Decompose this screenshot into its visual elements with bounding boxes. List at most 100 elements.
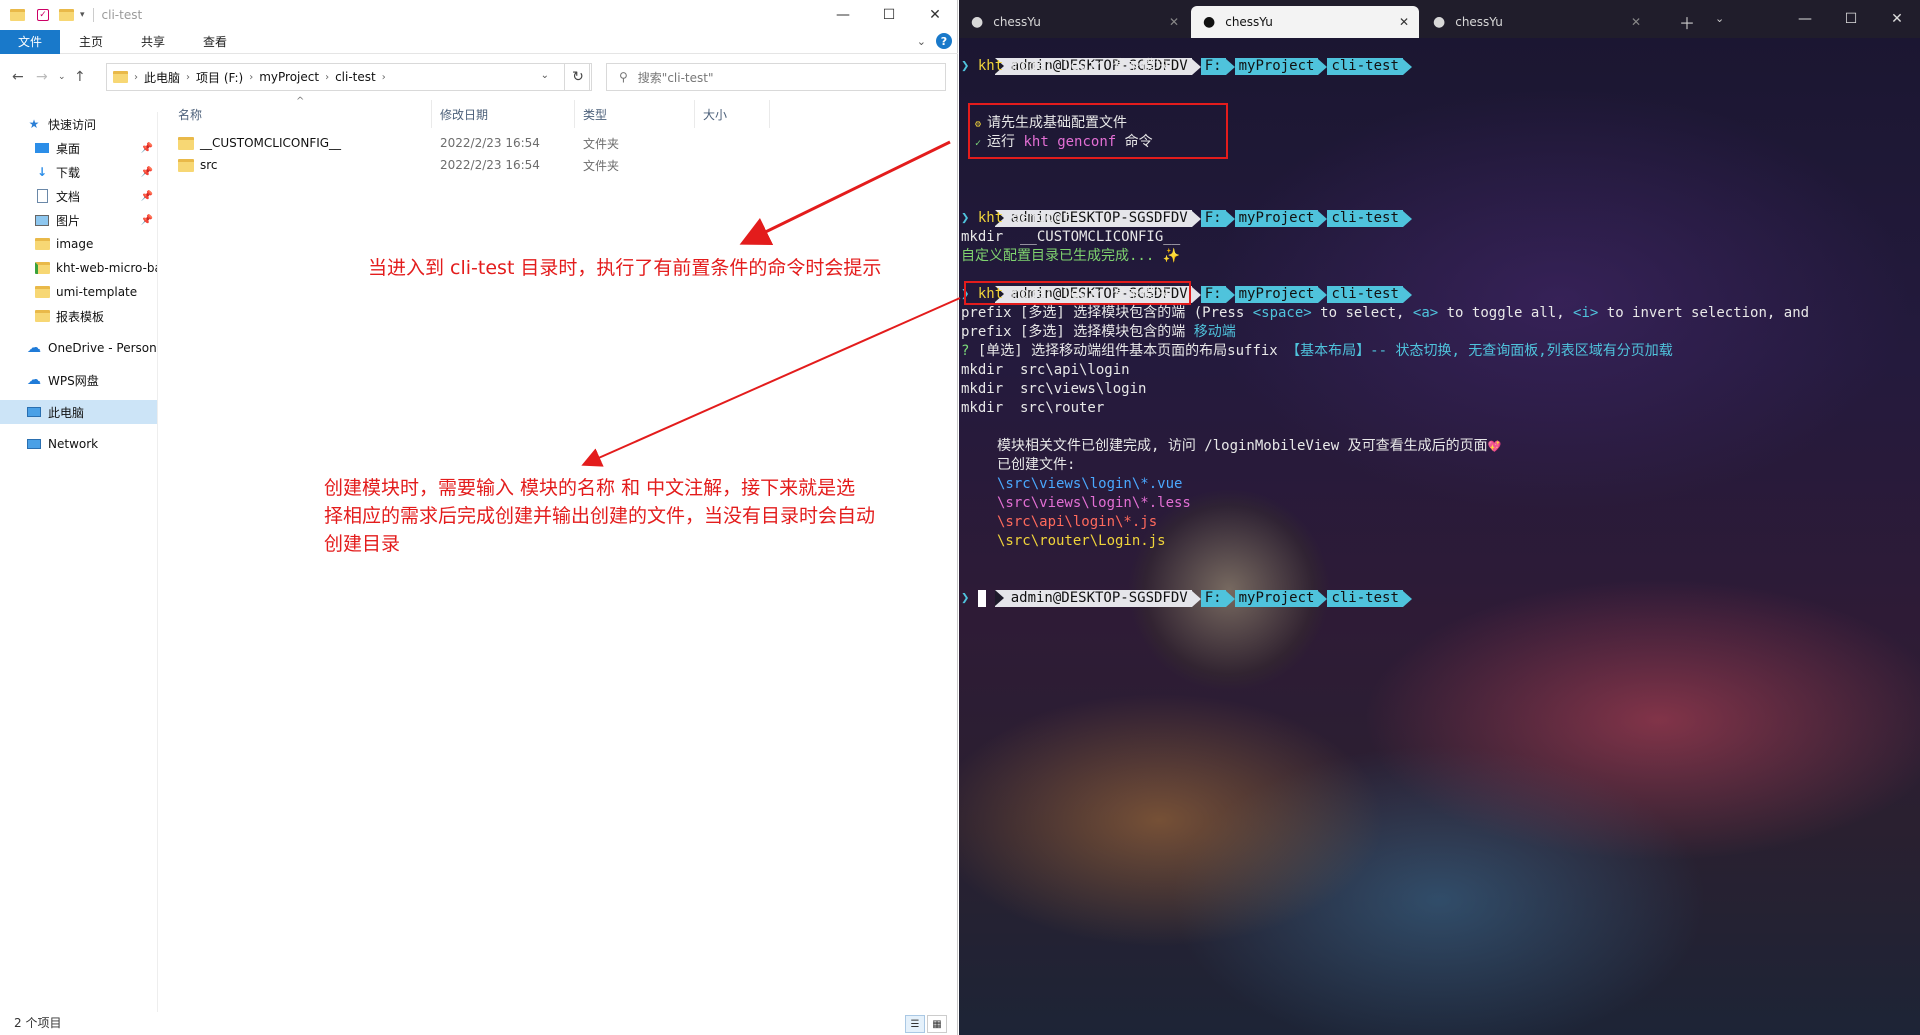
chevron-down-icon[interactable]: ⌄ xyxy=(541,70,549,81)
nav-quick-access[interactable]: ★ 快速访问 xyxy=(0,112,157,136)
column-date[interactable]: 修改日期 xyxy=(432,100,575,128)
help-icon[interactable]: ? xyxy=(936,33,952,49)
question-text: prefix [多选] 选择模块包含的端 xyxy=(961,324,1194,340)
close-tab-icon[interactable]: ✕ xyxy=(1399,15,1409,29)
input-line[interactable]: ❯ xyxy=(961,589,986,608)
powerline-arrow xyxy=(1318,210,1328,227)
properties-icon[interactable]: ✓ xyxy=(37,9,49,21)
terminal-tab[interactable]: ● chessYu ✕ xyxy=(1421,6,1651,38)
file-name: __CUSTOMCLICONFIG__ xyxy=(200,136,342,150)
nav-item-report-template[interactable]: 报表模板 xyxy=(0,304,157,328)
file-row[interactable]: __CUSTOMCLICONFIG__ 2022/2/23 16:54 文件夹 xyxy=(170,132,770,154)
address-field[interactable]: › 此电脑 › 项目 (F:) › myProject › cli-test ›… xyxy=(106,63,590,91)
nav-item-desktop[interactable]: 桌面 📌 xyxy=(0,136,157,160)
folder-icon[interactable] xyxy=(10,9,25,21)
highlight-box xyxy=(964,281,1191,305)
powerline-arrow xyxy=(1402,286,1412,303)
nav-label: 图片 xyxy=(56,213,81,228)
minimize-button[interactable]: — xyxy=(820,0,866,30)
column-size[interactable]: 大小 xyxy=(695,100,770,128)
chevron-right-icon[interactable]: › xyxy=(186,72,190,83)
nav-item-documents[interactable]: 文档 📌 xyxy=(0,184,157,208)
nav-item-kht-web-micro[interactable]: kht-web-micro-ba xyxy=(0,256,157,280)
close-button[interactable]: ✕ xyxy=(912,0,958,30)
nav-item-image[interactable]: image xyxy=(0,232,157,256)
details-view-icon[interactable]: ☰ xyxy=(905,1015,925,1033)
file-name: src xyxy=(200,158,218,172)
prompt-dir2: cli-test xyxy=(1327,58,1403,75)
prompt-dir1: myProject xyxy=(1234,58,1319,75)
terminal-window-controls: — ☐ ✕ xyxy=(1782,0,1920,38)
chevron-right-icon[interactable]: › xyxy=(325,72,329,83)
expand-ribbon-icon[interactable]: ⌄ xyxy=(917,35,926,48)
close-tab-icon[interactable]: ✕ xyxy=(1169,15,1179,29)
annotation-create-module-3: 创建目录 xyxy=(324,533,401,555)
question-text: to toggle all, xyxy=(1438,305,1574,321)
nav-item-umi-template[interactable]: umi-template xyxy=(0,280,157,304)
nav-wps[interactable]: ☁ WPS网盘 xyxy=(0,368,157,392)
breadcrumb-this-pc[interactable]: 此电脑 xyxy=(144,69,180,86)
up-icon[interactable]: ↑ xyxy=(74,69,86,85)
address-bar-row: ← → ⌄ ↑ › 此电脑 › 项目 (F:) › myProject › cl… xyxy=(0,60,958,94)
search-input[interactable]: ⚲ 搜索"cli-test" xyxy=(606,63,946,91)
nav-item-downloads[interactable]: ↓ 下载 📌 xyxy=(0,160,157,184)
nav-onedrive[interactable]: ☁ OneDrive - Persona xyxy=(0,336,157,360)
computer-icon xyxy=(26,405,42,419)
large-icons-view-icon[interactable]: ▦ xyxy=(927,1015,947,1033)
prompt-answer-line: prefix [多选] 选择模块包含的端 移动端 xyxy=(961,323,1236,342)
chevron-down-icon[interactable]: ⌄ xyxy=(1715,12,1724,25)
breadcrumb-myproject[interactable]: myProject xyxy=(259,70,319,84)
ribbon-tabs: 文件 主页 共享 查看 ⌄ ? xyxy=(0,29,958,54)
chevron-right-icon[interactable]: › xyxy=(134,72,138,83)
tab-home[interactable]: 主页 xyxy=(60,30,122,54)
nav-label: 快速访问 xyxy=(48,117,97,132)
nav-item-pictures[interactable]: 图片 📌 xyxy=(0,208,157,232)
breadcrumb-cli-test[interactable]: cli-test xyxy=(335,70,376,84)
view-toggle: ☰ ▦ xyxy=(905,1015,947,1033)
output-line: mkdir src\api\login xyxy=(961,362,1130,378)
close-button[interactable]: ✕ xyxy=(1874,0,1920,38)
folder-icon xyxy=(113,71,128,83)
maximize-button[interactable]: ☐ xyxy=(1828,0,1874,38)
back-icon[interactable]: ← xyxy=(12,69,24,85)
new-tab-icon[interactable]: ＋ xyxy=(1679,10,1695,34)
question-text: to select, xyxy=(1311,305,1413,321)
prompt-line: admin@DESKTOP-SGSDFDV F: myProject cli-t… xyxy=(961,38,1412,75)
prompt-drive: F: xyxy=(1200,210,1226,227)
customize-quick-access-icon[interactable]: ▾ xyxy=(80,10,85,20)
chevron-right-icon[interactable]: › xyxy=(249,72,253,83)
column-type[interactable]: 类型 xyxy=(575,100,695,128)
tab-view[interactable]: 查看 xyxy=(184,30,246,54)
command-keyword: kht xyxy=(977,210,1004,226)
tab-share[interactable]: 共享 xyxy=(122,30,184,54)
folder-icon xyxy=(34,309,50,323)
terminal-tab-active[interactable]: ● chessYu ✕ xyxy=(1191,6,1419,38)
maximize-button[interactable]: ☐ xyxy=(866,0,912,30)
refresh-button[interactable]: ↻ xyxy=(564,63,592,91)
tab-file[interactable]: 文件 xyxy=(0,29,61,54)
desktop-icon xyxy=(34,141,50,155)
breadcrumb-drive[interactable]: 项目 (F:) xyxy=(196,69,243,86)
chevron-right-icon[interactable]: › xyxy=(382,72,386,83)
nav-network[interactable]: Network xyxy=(0,432,157,456)
output-line: mkdir src\views\login xyxy=(961,381,1147,397)
output-line: mkdir src\router xyxy=(961,400,1105,416)
prompt-dir1: myProject xyxy=(1234,590,1319,607)
file-type: 文件夹 xyxy=(583,158,620,173)
search-icon: ⚲ xyxy=(619,70,628,84)
powerline-arrow xyxy=(1191,286,1201,303)
terminal-tab[interactable]: ● chessYu ✕ xyxy=(959,6,1189,38)
nav-label: 文档 xyxy=(56,189,81,204)
new-folder-icon[interactable] xyxy=(59,9,74,21)
close-tab-icon[interactable]: ✕ xyxy=(1631,15,1641,29)
recent-locations-icon[interactable]: ⌄ xyxy=(58,72,66,82)
forward-icon[interactable]: → xyxy=(36,69,48,85)
cloud-icon: ☁ xyxy=(27,372,41,388)
column-header-row: ^ 名称 修改日期 类型 大小 xyxy=(170,96,770,128)
file-row[interactable]: src 2022/2/23 16:54 文件夹 xyxy=(170,154,770,176)
nav-this-pc[interactable]: 此电脑 xyxy=(0,400,157,424)
minimize-button[interactable]: — xyxy=(1782,0,1828,38)
pin-icon: 📌 xyxy=(140,214,153,226)
heart-icon: 💖 xyxy=(1487,440,1502,453)
success-text: 自定义配置目录已生成完成... xyxy=(961,248,1155,264)
